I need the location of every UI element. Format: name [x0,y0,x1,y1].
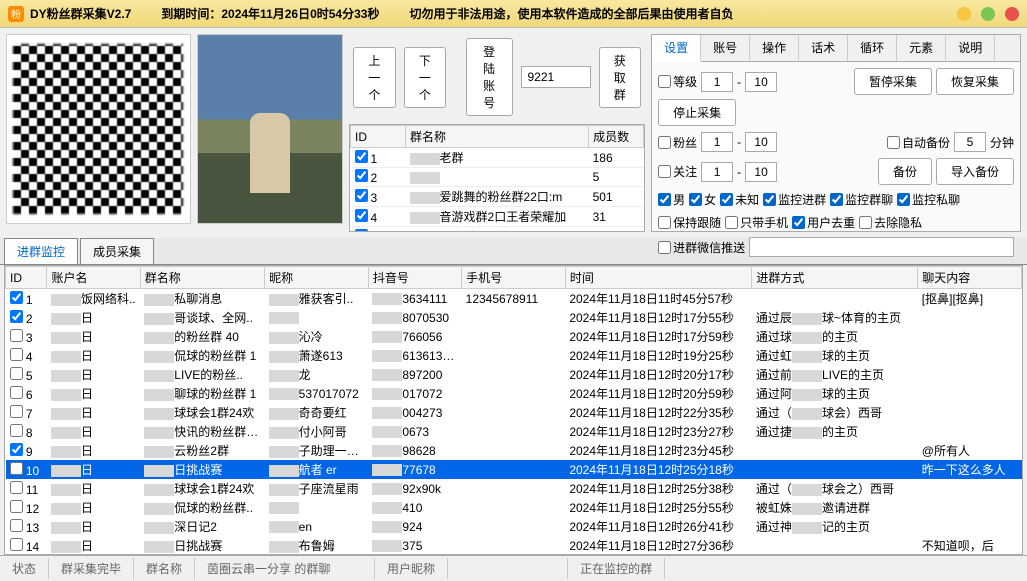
table-row[interactable]: 14日日挑战赛布鲁姆3752024年11月18日12时27分36秒不知道呗，后 [6,536,1022,555]
main-col-id[interactable]: ID [6,267,47,289]
table-row[interactable]: 10日日挑战赛航者 er776782024年11月18日12时25分18秒昨一下… [6,460,1022,479]
status-collect: 群采集完毕 [49,558,134,579]
group-row[interactable]: 1老群186 [351,148,644,168]
main-col-acct[interactable]: 账户名 [47,267,140,289]
maximize-icon[interactable] [981,7,995,21]
female-checkbox[interactable] [689,193,702,206]
level-checkbox[interactable] [658,75,671,88]
fans-min[interactable] [701,132,733,152]
table-row[interactable]: 8日快讯的粉丝群 19付小阿哥06732024年11月18日12时23分27秒通… [6,422,1022,441]
statusbar: 状态 群采集完毕 群名称 茵圈云串一分享 的群聊 用户昵称 正在监控的群 [0,555,1027,581]
main-col-chat[interactable]: 聊天内容 [918,267,1022,289]
col-members[interactable]: 成员数 [589,126,644,148]
titlebar: 粉 DY粉丝群采集V2.7 到期时间：2024年11月26日0时54分33秒 切… [0,0,1027,28]
expire-text: 到期时间：2024年11月26日0时54分33秒 [161,5,379,22]
window-controls [957,7,1019,21]
keep-follow-checkbox[interactable] [658,216,671,229]
table-row[interactable]: 1饭网络科..私聊消息雅获客引..3634111123456789112024年… [6,289,1022,309]
backup-button[interactable]: 备份 [878,158,932,185]
table-row[interactable]: 2日哥谈球、全网..80705302024年11月18日12时17分55秒通过辰… [6,308,1022,327]
male-checkbox[interactable] [658,193,671,206]
qr-code [6,34,191,224]
import-backup-button[interactable]: 导入备份 [936,158,1014,185]
wechat-push-checkbox[interactable] [658,241,671,254]
main-col-group[interactable]: 群名称 [140,267,264,289]
status-nick-val [448,558,568,579]
pause-button[interactable]: 暂停采集 [854,68,932,95]
tab-元素[interactable]: 元素 [897,35,946,61]
settings-tabs: 设置账号操作话术循环元素说明 [652,35,1020,62]
monitor-private-checkbox[interactable] [897,193,910,206]
table-row[interactable]: 12日侃球的粉丝群..4102024年11月18日12时25分55秒被虹姝邀请进… [6,498,1022,517]
col-id[interactable]: ID [351,126,406,148]
main-table[interactable]: ID账户名群名称昵称抖音号手机号时间进群方式聊天内容 1饭网络科..私聊消息雅获… [4,265,1023,555]
autobackup-checkbox[interactable] [887,136,900,149]
group-row[interactable]: 25 [351,168,644,187]
app-icon: 粉 [8,6,24,22]
follow-max[interactable] [745,162,777,182]
minimize-icon[interactable] [957,7,971,21]
remove-hidden-checkbox[interactable] [859,216,872,229]
col-name[interactable]: 群名称 [406,126,589,148]
table-row[interactable]: 11日球球会1群24欢子座流星雨92x90k2024年11月18日12时25分3… [6,479,1022,498]
monitor-group-checkbox[interactable] [830,193,843,206]
main-col-phone[interactable]: 手机号 [462,267,566,289]
main-col-dyid[interactable]: 抖音号 [368,267,461,289]
table-row[interactable]: 4日侃球的粉丝群 1萧遂6136136136132024年11月18日12时19… [6,346,1022,365]
lower-tab-1[interactable]: 成员采集 [80,238,154,264]
tab-循环[interactable]: 循环 [848,35,897,61]
group-row[interactable]: 5限度避玩1群364 [351,227,644,233]
wechat-push-input[interactable] [749,237,1014,257]
resume-button[interactable]: 恢复采集 [936,68,1014,95]
table-row[interactable]: 9日云粉丝2群子助理一认..986282024年11月18日12时23分45秒@… [6,441,1022,460]
get-group-button[interactable]: 获取群 [599,47,642,108]
settings-panel: 设置账号操作话术循环元素说明 等级 - 暂停采集 恢复采集 停止采集 粉丝 - … [651,34,1021,232]
table-row[interactable]: 6日聊球的粉丝群 15370170720170722024年11月18日12时2… [6,384,1022,403]
main-col-method[interactable]: 进群方式 [752,267,918,289]
dedup-checkbox[interactable] [792,216,805,229]
unknown-checkbox[interactable] [720,193,733,206]
tab-操作[interactable]: 操作 [750,35,799,61]
status-monitoring-label: 正在监控的群 [568,558,665,579]
app-title: DY粉丝群采集V2.7 [30,5,131,22]
lower-tab-0[interactable]: 进群监控 [4,238,78,264]
table-row[interactable]: 3日的粉丝群 40沁冷7660562024年11月18日12时17分59秒通过球… [6,327,1022,346]
login-button[interactable]: 登陆账号 [466,38,513,116]
status-groupname-label: 群名称 [134,558,195,579]
table-row[interactable]: 5日LIVE的粉丝..龙8972002024年11月18日12时20分17秒通过… [6,365,1022,384]
tab-说明[interactable]: 说明 [946,35,995,61]
main-col-time[interactable]: 时间 [565,267,752,289]
stop-button[interactable]: 停止采集 [658,99,736,126]
status-nick-label: 用户昵称 [375,558,448,579]
table-row[interactable]: 7日球球会1群24欢奇奇要红0042732024年11月18日12时22分35秒… [6,403,1022,422]
tab-账号[interactable]: 账号 [701,35,750,61]
group-row[interactable]: 3爱跳舞的粉丝群22口:m501 [351,187,644,207]
table-row[interactable]: 13日深日记2en9242024年11月18日12时26分41秒通过神记的主页 [6,517,1022,536]
profile-photo [197,34,343,224]
group-row[interactable]: 4音游戏群2口王者荣耀加31 [351,207,644,227]
group-table[interactable]: ID 群名称 成员数 1老群186253爱跳舞的粉丝群22口:m5014音游戏群… [349,124,645,232]
level-min[interactable] [701,72,733,92]
status-groupname-val: 茵圈云串一分享 的群聊 [195,558,375,579]
monitor-enter-checkbox[interactable] [763,193,776,206]
only-phone-checkbox[interactable] [725,216,738,229]
tab-话术[interactable]: 话术 [799,35,848,61]
prev-button[interactable]: 上一个 [353,47,396,108]
close-icon[interactable] [1005,7,1019,21]
fans-max[interactable] [745,132,777,152]
status-label: 状态 [0,558,49,579]
follow-min[interactable] [701,162,733,182]
tab-设置[interactable]: 设置 [652,35,701,62]
warning-text: 切勿用于非法用途，使用本软件造成的全部后果由使用者自负 [409,5,733,22]
follow-checkbox[interactable] [658,165,671,178]
account-input[interactable] [521,66,591,88]
fans-checkbox[interactable] [658,136,671,149]
main-col-nick[interactable]: 昵称 [265,267,369,289]
level-max[interactable] [745,72,777,92]
next-button[interactable]: 下一个 [404,47,447,108]
autobackup-val[interactable] [954,132,986,152]
